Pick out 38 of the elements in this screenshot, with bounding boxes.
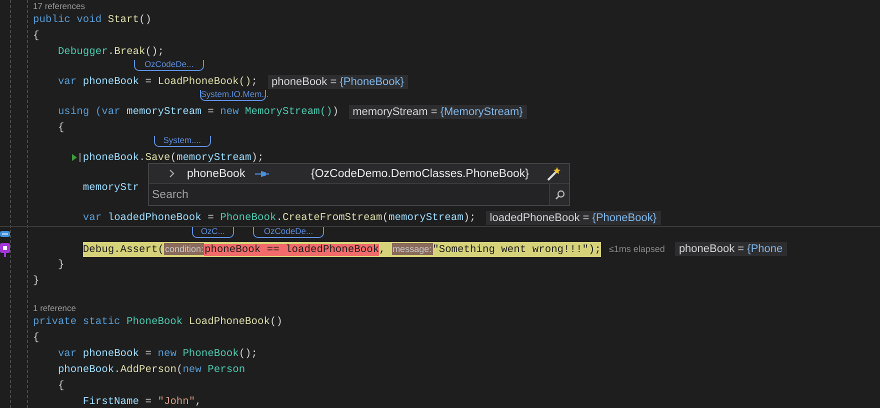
- search-icon: [554, 190, 564, 200]
- code-line: memoryStr: [82, 181, 139, 195]
- inline-value-tip[interactable]: memoryStream = {MemoryStream}: [348, 105, 527, 119]
- code-line: phoneBook.AddPerson(new Person: [58, 363, 246, 377]
- code-line: var phoneBook = LoadPhoneBook();: [58, 75, 258, 89]
- code-line: {: [58, 379, 64, 393]
- code-line: var phoneBook = new PhoneBook();: [58, 347, 258, 361]
- code-line: }: [33, 274, 40, 288]
- code-line: Debugger.Break();: [58, 45, 164, 59]
- variable-name: phoneBook: [187, 168, 246, 180]
- code-line: FirstName = "John",: [82, 395, 202, 408]
- type-hint-label[interactable]: OzC...: [192, 227, 234, 238]
- code-line: private static PhoneBook LoadPhoneBook(): [33, 315, 282, 329]
- code-line: {: [33, 29, 40, 43]
- execution-marker-icon[interactable]: [0, 243, 10, 257]
- code-line: {: [58, 121, 64, 135]
- type-hint-label[interactable]: OzCodeDe...: [134, 60, 204, 71]
- type-hint-label[interactable]: System....: [154, 136, 210, 147]
- pin-icon[interactable]: [255, 170, 269, 178]
- inline-value-tip[interactable]: phoneBook = {PhoneBook}: [268, 75, 408, 89]
- inline-value-tip[interactable]: phoneBook = {Phone: [674, 242, 787, 256]
- run-to-line-icon[interactable]: [72, 153, 83, 162]
- code-line: var loadedPhoneBook = PhoneBook.CreateFromStream(memoryStream);: [82, 211, 476, 225]
- elapsed-time: ≤1ms elapsed: [608, 244, 665, 254]
- code-line: using (var memoryStream = new MemoryStream()): [58, 105, 339, 119]
- code-line: public void Start(): [33, 13, 152, 27]
- codelens-references[interactable]: 1 reference: [33, 303, 76, 313]
- variable-value: {OzCodeDemo.DemoClasses.PhoneBook}: [311, 168, 530, 180]
- margin-tag-icon[interactable]: [0, 231, 10, 237]
- codelens-references[interactable]: 17 references: [33, 1, 85, 11]
- inline-value-tip[interactable]: loadedPhoneBook = {PhoneBook}: [486, 211, 660, 225]
- magic-wand-icon[interactable]: [547, 166, 561, 180]
- code-line: {: [33, 331, 40, 345]
- code-line: }: [58, 258, 64, 272]
- expand-chevron-icon[interactable]: [169, 169, 175, 178]
- type-hint-label[interactable]: OzCodeDe...: [253, 227, 324, 238]
- code-line: phoneBook.Save(memoryStream);: [82, 151, 264, 165]
- search-field[interactable]: Search: [149, 184, 549, 205]
